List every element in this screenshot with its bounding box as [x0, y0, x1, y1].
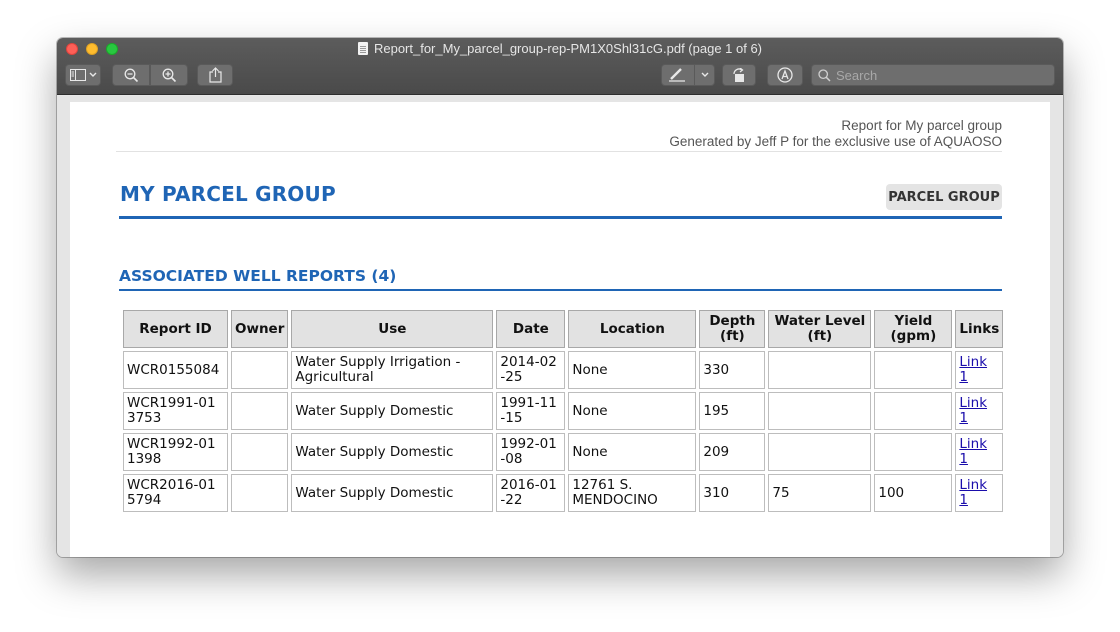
cell-location: None	[568, 351, 697, 389]
annotate-icon	[777, 67, 793, 83]
title-bar: Report_for_My_parcel_group-rep-PM1X0Shl3…	[57, 38, 1063, 95]
share-button[interactable]	[197, 64, 233, 86]
zoom-out-button[interactable]	[112, 64, 150, 86]
chevron-down-icon	[701, 72, 708, 77]
col-header-date: Date	[496, 310, 566, 348]
cell-date: 1992-01-08	[496, 433, 566, 471]
pdf-document-icon	[357, 42, 368, 55]
cell-depth: 330	[699, 351, 766, 389]
cell-report-id: WCR1991-013753	[123, 392, 228, 430]
markup-pen-button[interactable]	[661, 64, 715, 86]
title-divider	[119, 216, 1002, 219]
table-header-row: Report ID Owner Use Date Location Depth …	[123, 310, 1004, 348]
search-field[interactable]	[811, 64, 1055, 86]
sidebar-toggle-button[interactable]	[65, 64, 101, 86]
zoom-in-button[interactable]	[150, 64, 188, 86]
cell-location: None	[568, 392, 697, 430]
cell-yield	[874, 433, 953, 471]
table-row: WCR0155084 Water Supply Irrigation - Agr…	[123, 351, 1004, 389]
chevron-down-icon	[89, 72, 96, 77]
report-header: Report for My parcel group Generated by …	[669, 118, 1002, 150]
cell-water-level	[768, 392, 872, 430]
col-header-location: Location	[568, 310, 697, 348]
cell-location: 12761 S. MENDOCINO	[568, 474, 697, 512]
cell-water-level	[768, 433, 872, 471]
report-link[interactable]: Link 1	[959, 436, 987, 467]
cell-owner	[231, 433, 289, 471]
col-header-yield: Yield (gpm)	[874, 310, 953, 348]
col-header-water-level: Water Level (ft)	[768, 310, 872, 348]
cell-yield: 100	[874, 474, 953, 512]
cell-depth: 195	[699, 392, 766, 430]
document-viewer[interactable]: Report for My parcel group Generated by …	[57, 96, 1063, 557]
cell-depth: 209	[699, 433, 766, 471]
cell-use: Water Supply Domestic	[291, 392, 494, 430]
cell-links: Link 1	[955, 392, 1004, 430]
cell-date: 2014-02-25	[496, 351, 566, 389]
cell-location: None	[568, 433, 697, 471]
cell-report-id: WCR0155084	[123, 351, 228, 389]
well-reports-table: Report ID Owner Use Date Location Depth …	[120, 307, 1006, 515]
cell-depth: 310	[699, 474, 766, 512]
cell-owner	[231, 474, 289, 512]
cell-use: Water Supply Domestic	[291, 474, 494, 512]
preview-window: Report_for_My_parcel_group-rep-PM1X0Shl3…	[57, 38, 1063, 557]
table-row: WCR1991-013753 Water Supply Domestic 199…	[123, 392, 1004, 430]
pdf-page: Report for My parcel group Generated by …	[70, 102, 1050, 557]
sidebar-icon	[69, 69, 86, 81]
header-divider	[116, 151, 1002, 152]
cell-use: Water Supply Irrigation - Agricultural	[291, 351, 494, 389]
section-divider	[119, 289, 1002, 291]
window-title-area: Report_for_My_parcel_group-rep-PM1X0Shl3…	[57, 41, 1063, 57]
report-link[interactable]: Link 1	[959, 395, 987, 426]
cell-yield	[874, 392, 953, 430]
zoom-in-icon	[162, 68, 176, 82]
cell-use: Water Supply Domestic	[291, 433, 494, 471]
table-row: WCR2016-015794 Water Supply Domestic 201…	[123, 474, 1004, 512]
cell-links: Link 1	[955, 433, 1004, 471]
share-icon	[208, 67, 222, 83]
rotate-button[interactable]	[722, 64, 756, 86]
page-title: MY PARCEL GROUP	[120, 182, 336, 206]
table-row: WCR1992-011398 Water Supply Domestic 199…	[123, 433, 1004, 471]
search-icon	[818, 68, 831, 82]
search-input[interactable]	[836, 67, 1036, 83]
cell-report-id: WCR1992-011398	[123, 433, 228, 471]
col-header-depth: Depth (ft)	[699, 310, 766, 348]
markup-pen-icon	[668, 68, 685, 82]
report-link[interactable]: Link 1	[959, 354, 987, 385]
section-title: ASSOCIATED WELL REPORTS (4)	[119, 267, 397, 285]
report-header-line2: Generated by Jeff P for the exclusive us…	[669, 134, 1002, 149]
cell-yield	[874, 351, 953, 389]
cell-date: 2016-01-22	[496, 474, 566, 512]
cell-links: Link 1	[955, 474, 1004, 512]
cell-water-level	[768, 351, 872, 389]
cell-water-level: 75	[768, 474, 872, 512]
zoom-out-icon	[124, 68, 138, 82]
cell-owner	[231, 351, 289, 389]
window-title: Report_for_My_parcel_group-rep-PM1X0Shl3…	[373, 41, 763, 56]
col-header-owner: Owner	[231, 310, 289, 348]
rotate-icon	[733, 67, 744, 82]
cell-date: 1991-11-15	[496, 392, 566, 430]
col-header-links: Links	[955, 310, 1004, 348]
cell-links: Link 1	[955, 351, 1004, 389]
parcel-group-badge: PARCEL GROUP	[886, 184, 1002, 210]
col-header-report-id: Report ID	[123, 310, 228, 348]
col-header-use: Use	[291, 310, 494, 348]
annotate-button[interactable]	[767, 64, 803, 86]
cell-owner	[231, 392, 289, 430]
report-header-line1: Report for My parcel group	[841, 118, 1002, 133]
cell-report-id: WCR2016-015794	[123, 474, 228, 512]
report-link[interactable]: Link 1	[959, 477, 987, 508]
